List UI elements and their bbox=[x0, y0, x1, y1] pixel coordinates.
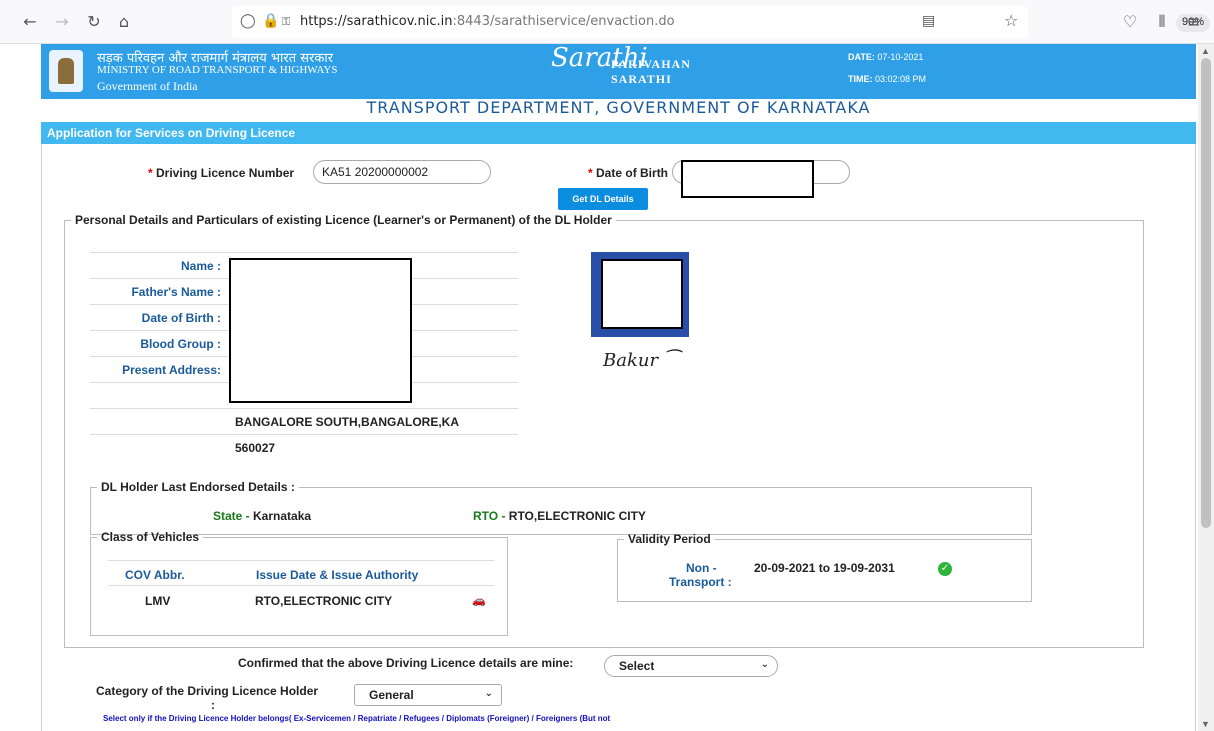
dl-number-label: * Driving Licence Number bbox=[148, 166, 295, 180]
validity-type-line2: Transport : bbox=[669, 575, 732, 589]
reader-view-icon[interactable]: ▤ bbox=[922, 13, 935, 29]
department-title: TRANSPORT DEPARTMENT, GOVERNMENT OF KARN… bbox=[366, 98, 871, 117]
home-icon[interactable]: ⌂ bbox=[114, 12, 134, 32]
lock-icon[interactable]: 🔒 bbox=[262, 13, 279, 29]
scroll-thumb[interactable] bbox=[1201, 58, 1211, 528]
cov-authority: RTO,ELECTRONIC CITY bbox=[255, 594, 393, 608]
category-colon: : bbox=[211, 698, 215, 712]
address-line2: 560027 bbox=[235, 441, 276, 455]
confirm-select[interactable]: Select ⌄ bbox=[604, 655, 778, 677]
dob-label: * Date of Birth bbox=[588, 166, 669, 180]
confirm-label: Confirmed that the above Driving Licence… bbox=[238, 656, 574, 670]
bookmark-star-icon[interactable]: ☆ bbox=[1004, 11, 1018, 30]
endorsed-state: State - Karnataka bbox=[213, 509, 312, 523]
address-bar[interactable]: ◯ 🔒 ⚿ https://sarathicov.nic.in:8443/sar… bbox=[232, 6, 1211, 38]
endorsed-details-fieldset: DL Holder Last Endorsed Details : bbox=[90, 480, 1032, 535]
chevron-down-icon: ⌄ bbox=[760, 659, 769, 670]
date-display: DATE: 07-10-2021 bbox=[848, 52, 924, 62]
government-name: Government of India bbox=[97, 79, 198, 93]
get-dl-details-button[interactable]: Get DL Details bbox=[558, 188, 648, 210]
validity-legend: Validity Period bbox=[628, 532, 711, 546]
endorsed-rto: RTO - RTO,ELECTRONIC CITY bbox=[473, 509, 646, 523]
forward-icon[interactable]: → bbox=[52, 12, 72, 32]
panel-title: Application for Services on Driving Lice… bbox=[41, 122, 1196, 144]
site-header: सड़क परिवहन और राजमार्ग मंत्रालय भारत सर… bbox=[41, 44, 1196, 99]
library-icon[interactable]: ⫴ bbox=[1152, 12, 1172, 32]
cov-divider bbox=[108, 560, 494, 561]
scroll-up-icon[interactable]: ▲ bbox=[1201, 46, 1210, 56]
time-display: TIME: 03:02:08 PM bbox=[848, 74, 927, 84]
permissions-icon[interactable]: ⚿ bbox=[282, 15, 290, 29]
logo-line2: SARATHI bbox=[611, 72, 672, 86]
redaction-box bbox=[601, 259, 683, 329]
browser-toolbar: ← → ↻ ⌂ ◯ 🔒 ⚿ https://sarathicov.nic.in:… bbox=[0, 0, 1214, 44]
chevron-down-icon: ⌄ bbox=[484, 688, 493, 699]
vertical-scrollbar[interactable]: ▲ ▼ bbox=[1198, 44, 1214, 731]
pocket-icon[interactable]: ♡ bbox=[1120, 12, 1140, 32]
cov-fieldset: Class of Vehicles bbox=[90, 530, 508, 636]
cov-authority-header: Issue Date & Issue Authority bbox=[256, 568, 419, 582]
redaction-box bbox=[681, 160, 814, 198]
category-label: Category of the Driving Licence Holder bbox=[96, 684, 319, 698]
back-icon[interactable]: ← bbox=[20, 12, 40, 32]
menu-icon[interactable]: ≡ bbox=[1184, 12, 1204, 32]
check-icon: ✓ bbox=[938, 562, 952, 576]
url-text[interactable]: https://sarathicov.nic.in:8443/sarathise… bbox=[300, 14, 675, 29]
logo-line1: PARIVAHAN bbox=[611, 57, 691, 71]
ministry-name: MINISTRY OF ROAD TRANSPORT & HIGHWAYS bbox=[97, 64, 338, 76]
scroll-down-icon[interactable]: ▼ bbox=[1201, 719, 1210, 729]
endorsed-legend: DL Holder Last Endorsed Details : bbox=[101, 480, 295, 494]
validity-type-line1: Non - bbox=[686, 561, 717, 575]
address-row-4: 560027 bbox=[90, 434, 518, 460]
shield-icon[interactable]: ◯ bbox=[240, 13, 256, 29]
car-icon: 🚗 bbox=[472, 594, 486, 607]
category-note: Select only if the Driving Licence Holde… bbox=[103, 714, 611, 723]
national-emblem-icon bbox=[49, 50, 83, 92]
cov-abbr-header: COV Abbr. bbox=[125, 568, 185, 582]
category-select[interactable]: General ⌄ bbox=[354, 684, 502, 706]
cov-legend: Class of Vehicles bbox=[101, 530, 200, 544]
cov-divider bbox=[108, 585, 494, 586]
redaction-box bbox=[229, 258, 412, 403]
cov-abbr: LMV bbox=[145, 594, 171, 608]
address-row-3: BANGALORE SOUTH,BANGALORE,KA bbox=[90, 408, 518, 434]
holder-signature: Bakur ⁀ bbox=[603, 350, 679, 371]
personal-details-legend: Personal Details and Particulars of exis… bbox=[75, 213, 612, 227]
reload-icon[interactable]: ↻ bbox=[84, 12, 104, 32]
address-line1: BANGALORE SOUTH,BANGALORE,KA bbox=[235, 415, 459, 429]
validity-range: 20-09-2021 to 19-09-2031 bbox=[754, 561, 895, 575]
dl-number-input[interactable]: KA51 20200000002 bbox=[313, 160, 491, 184]
